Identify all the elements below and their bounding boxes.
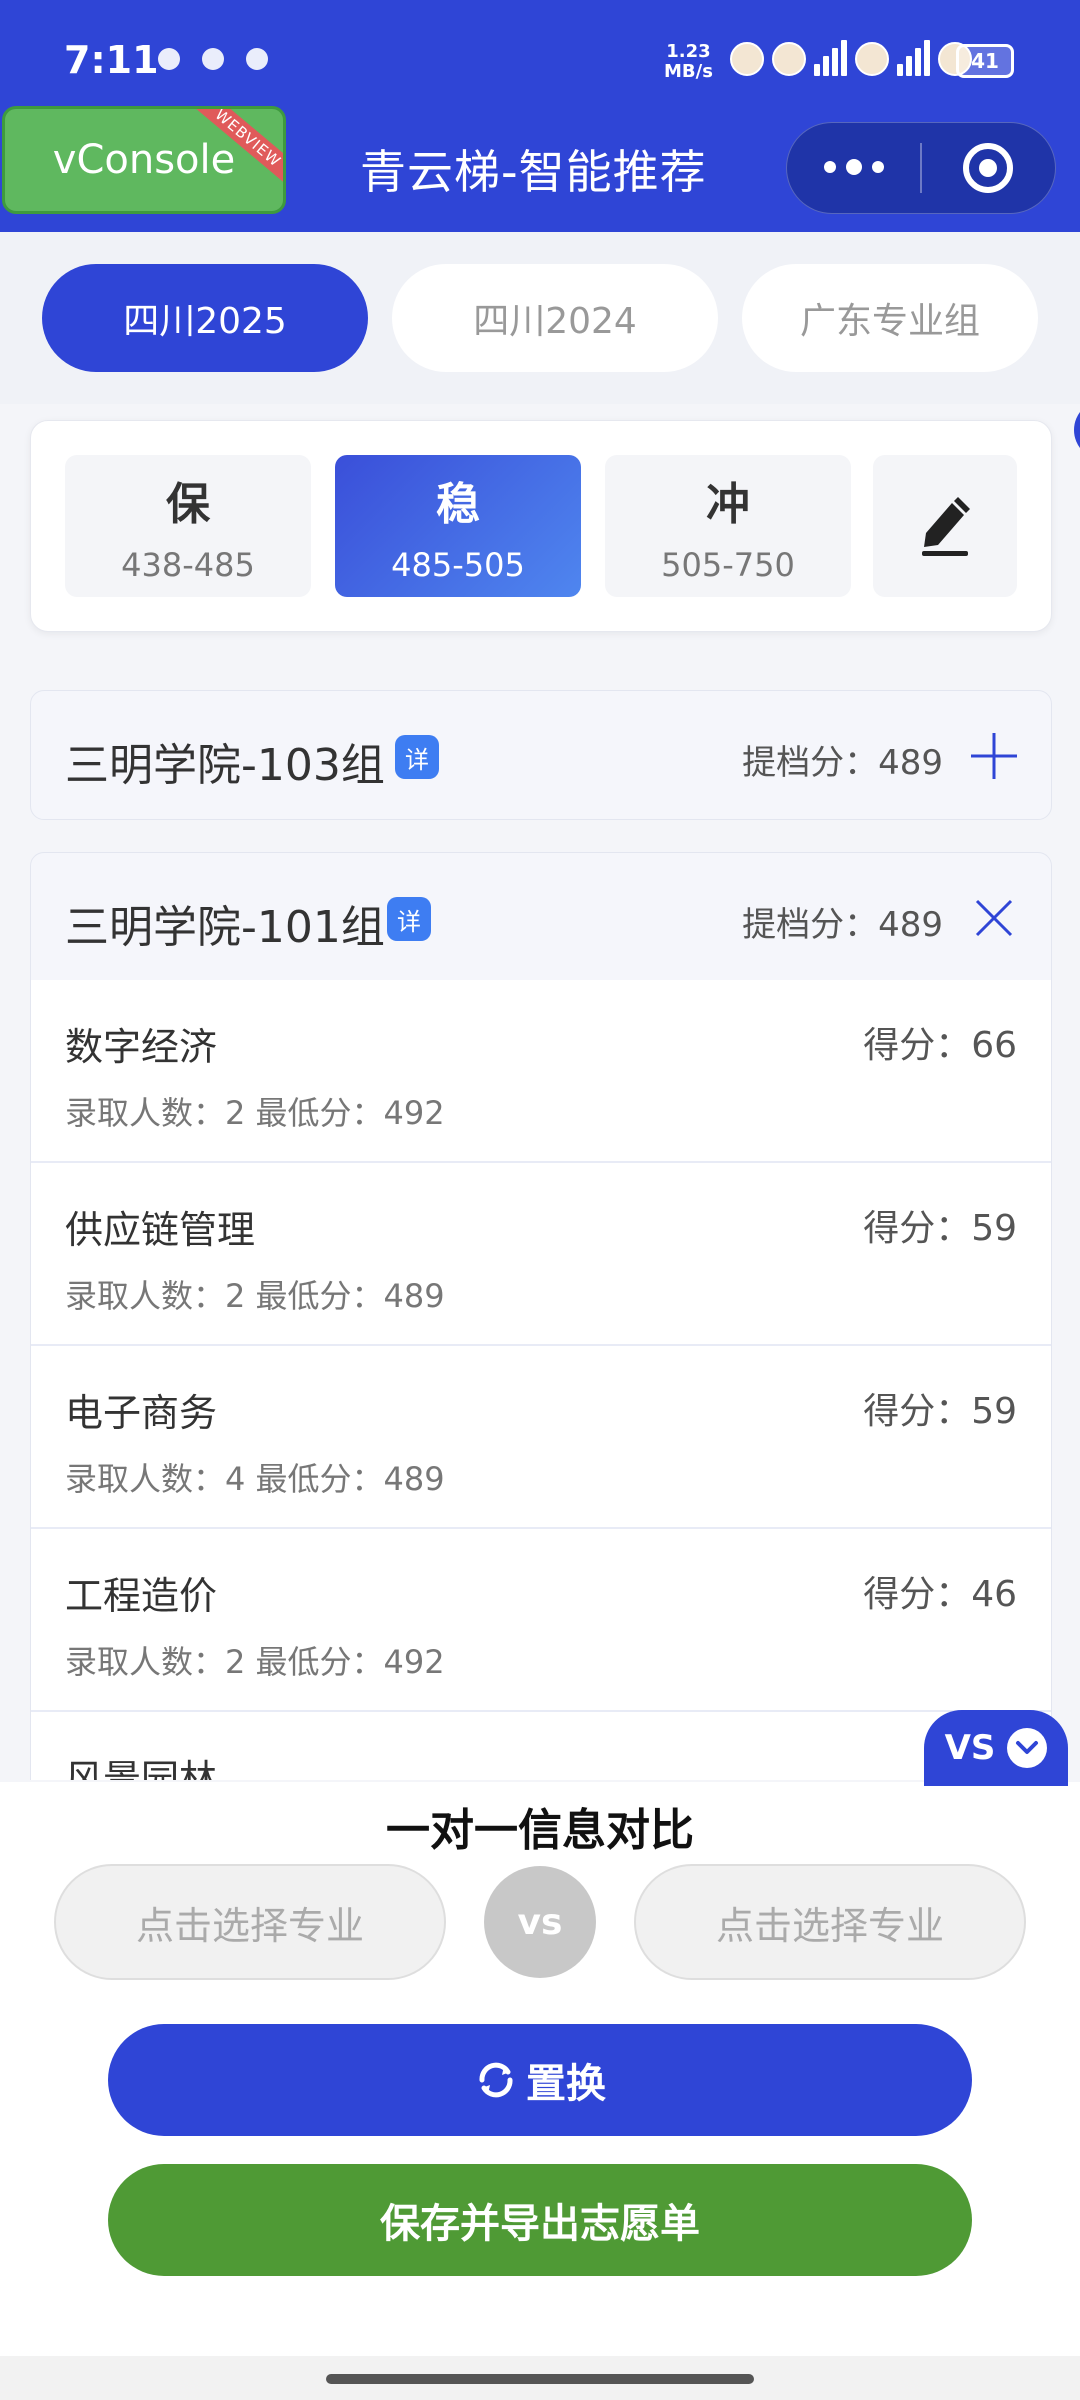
replace-button[interactable]: 置换 [108,2024,972,2136]
list-item[interactable]: 数字经济 得分：66 录取人数：2 最低分：492 [31,980,1051,1163]
select-major-left[interactable]: 点击选择专业 [54,1864,446,1980]
level-reach[interactable]: 冲 505-750 [605,455,851,597]
status-time: 7:11 [64,38,159,82]
major-name: 数字经济 [65,1025,218,1069]
close-miniprogram-icon[interactable] [922,143,1055,193]
major-list: 数字经济 得分：66 录取人数：2 最低分：492 供应链管理 得分：59 录取… [30,980,1052,1780]
vconsole-label: vConsole [52,137,236,183]
major-name: 风景园林 [65,1757,218,1780]
replace-label: 置换 [526,2061,606,2107]
side-float-handle[interactable] [1074,400,1080,460]
school-group-101[interactable]: 三明学院-101组 详 提档分：489 [30,852,1052,982]
more-icon[interactable] [787,159,920,175]
select-major-right[interactable]: 点击选择专业 [634,1864,1026,1980]
vs-toggle-label: VS [944,1728,996,1768]
file-score: 提档分：489 [742,905,943,945]
home-indicator[interactable] [326,2374,754,2384]
school-group-103[interactable]: 三明学院-103组 详 提档分：489 [30,690,1052,820]
navigation-bar [0,2356,1080,2400]
school-group-name: 三明学院-103组 [65,740,385,791]
app-screen: 7:11 1.23 MB/s 41 vConsole WEBVIEW 青云梯-智… [0,0,1080,2400]
app-notification-icon [202,48,224,70]
signal-icon [897,40,930,76]
network-speed: 1.23 MB/s [664,41,713,82]
major-info: 录取人数：4 最低分：489 [65,1460,445,1498]
level-title: 稳 [436,479,480,530]
sticker-icon [855,42,889,76]
plus-icon[interactable] [969,731,1019,781]
top-header: 7:11 1.23 MB/s 41 vConsole WEBVIEW 青云梯-智… [0,0,1080,232]
level-range: 505-750 [661,546,795,584]
chevron-down-icon [1007,1728,1048,1768]
school-group-name: 三明学院-101组 [65,902,385,953]
major-name: 工程造价 [65,1574,218,1618]
tab-guangdong-group[interactable]: 广东专业组 [742,264,1038,372]
level-selector: 保 438-485 稳 485-505 冲 505-750 [30,420,1052,632]
app-notification-icon [158,48,180,70]
miniprogram-capsule [786,122,1056,214]
major-score: 得分：59 [863,1391,1017,1432]
major-info: 录取人数：2 最低分：492 [65,1094,445,1132]
vconsole-button[interactable]: vConsole WEBVIEW [2,106,286,214]
battery-icon: 41 [956,44,1014,78]
sticker-icon [730,42,764,76]
save-export-button[interactable]: 保存并导出志愿单 [108,2164,972,2276]
tab-sichuan-2025[interactable]: 四川2025 [42,264,368,372]
list-item[interactable]: 电子商务 得分：59 录取人数：4 最低分：489 [31,1346,1051,1529]
sticker-icon [772,42,806,76]
list-item[interactable]: 风景园林 得分 [31,1712,1051,1780]
level-range: 485-505 [391,546,525,584]
file-score: 提档分：489 [742,743,943,783]
level-safe[interactable]: 保 438-485 [65,455,311,597]
close-icon[interactable] [969,893,1019,943]
detail-badge[interactable]: 详 [387,897,431,941]
level-range: 438-485 [121,546,255,584]
level-stable[interactable]: 稳 485-505 [335,455,581,597]
refresh-icon [479,2062,513,2098]
level-title: 保 [166,479,210,530]
group-header: 三明学院-101组 详 提档分：489 [31,853,1051,981]
pencil-icon [922,497,970,556]
vs-badge: vs [484,1866,596,1978]
vs-toggle-button[interactable]: VS [924,1710,1068,1786]
major-name: 电子商务 [65,1391,218,1435]
group-header: 三明学院-103组 详 提档分：489 [31,691,1051,819]
major-info: 录取人数：2 最低分：492 [65,1643,445,1681]
major-score: 得分：46 [863,1574,1017,1615]
list-item[interactable]: 工程造价 得分：46 录取人数：2 最低分：492 [31,1529,1051,1712]
major-score: 得分：59 [863,1208,1017,1249]
notification-icons [158,48,268,70]
page-title: 青云梯-智能推荐 [360,145,707,199]
major-name: 供应链管理 [65,1208,256,1252]
signal-icon [814,40,847,76]
status-right-icons [730,40,972,76]
detail-badge[interactable]: 详 [395,735,439,779]
level-title: 冲 [706,479,750,530]
major-score: 得分：66 [863,1025,1017,1066]
status-bar: 7:11 1.23 MB/s 41 [0,0,1080,100]
tab-sichuan-2024[interactable]: 四川2024 [392,264,718,372]
list-item[interactable]: 供应链管理 得分：59 录取人数：2 最低分：489 [31,1163,1051,1346]
edit-button[interactable] [873,455,1017,597]
major-info: 录取人数：2 最低分：489 [65,1277,445,1315]
app-notification-icon [246,48,268,70]
compare-title: 一对一信息对比 [386,1805,694,1856]
compare-panel: 一对一信息对比 点击选择专业 vs 点击选择专业 置换 保存并导出志愿单 [0,1782,1080,2356]
